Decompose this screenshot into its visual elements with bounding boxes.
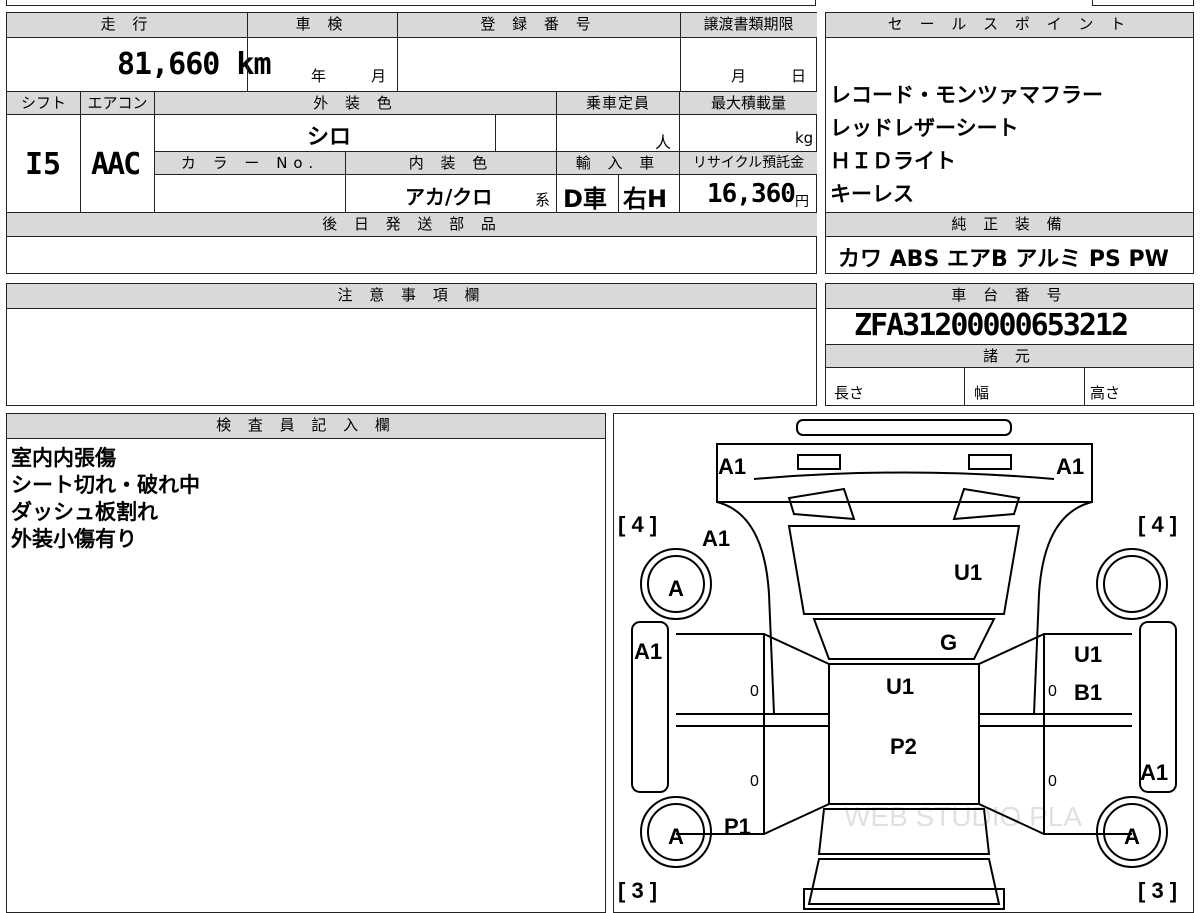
- interior-color-value: アカ/クロ: [405, 185, 493, 209]
- spec-length-label: 長さ: [834, 384, 865, 402]
- recycle-fee-value: 16,360: [707, 179, 796, 209]
- inspector-line: 外装小傷有り: [11, 527, 137, 551]
- top-strip: [6, 0, 816, 6]
- damage-mark: P2: [890, 734, 917, 759]
- car-diagram-panel: [ 4 ] [ 4 ] [ 3 ] [ 3 ] A1 A1 A1 U1 A A1…: [613, 413, 1194, 913]
- sales-point-item: キーレス: [830, 182, 914, 206]
- inspector-panel: 検 査 員 記 入 欄 室内内張傷 シート切れ・破れ中 ダッシュ板割れ 外装小傷…: [6, 413, 606, 913]
- exterior-color-header: 外 装 色: [155, 92, 556, 114]
- registration-header: 登 録 番 号: [397, 13, 680, 37]
- tire-rear-left-label: [ 3 ]: [618, 878, 657, 903]
- top-strip-right: [1092, 0, 1194, 6]
- capacity-header: 乗車定員: [557, 92, 679, 114]
- specs-header: 諸 元: [826, 345, 1193, 367]
- sales-point-item: レコード・モンツァマフラー: [830, 83, 1103, 107]
- damage-mark: U1: [1074, 642, 1102, 667]
- max-load-header: 最大積載量: [680, 92, 817, 114]
- spec-height-label: 高さ: [1090, 384, 1121, 402]
- inspector-line: シート切れ・破れ中: [11, 473, 200, 497]
- deadline-month-unit: 月: [731, 67, 747, 85]
- damage-mark: U1: [954, 560, 982, 585]
- inspection-year-unit: 年: [311, 67, 327, 85]
- sales-points-header: セ ー ル ス ポ イ ン ト: [826, 13, 1193, 37]
- inspector-line: 室内内張傷: [11, 446, 116, 470]
- notes-header: 注 意 事 項 欄: [7, 284, 816, 308]
- damage-mark: A1: [1056, 454, 1084, 479]
- max-load-unit: kg: [795, 129, 814, 147]
- inspector-line: ダッシュ板割れ: [11, 500, 158, 524]
- steering-value: 右H: [623, 185, 668, 213]
- mileage-header: 走 行: [7, 13, 247, 37]
- aircon-header: エアコン: [81, 92, 154, 114]
- chassis-panel: 車 台 番 号 ZFA31200000653212 諸 元 長さ 幅 高さ: [825, 283, 1194, 406]
- inspection-month-unit: 月: [371, 67, 387, 85]
- recycle-unit: 円: [795, 194, 809, 210]
- sales-points-panel: セ ー ル ス ポ イ ン ト レコード・モンツァマフラー レッドレザーシート …: [825, 12, 1194, 274]
- transfer-deadline-header: 譲渡書類期限: [680, 13, 817, 37]
- shift-value: I5: [25, 147, 62, 182]
- recycle-header: リサイクル預託金: [680, 152, 817, 174]
- damage-mark: A: [668, 824, 684, 849]
- damage-mark: A1: [718, 454, 746, 479]
- equipment-value: カワ ABS エアB アルミ PS PW: [838, 247, 1169, 272]
- damage-mark: A1: [634, 639, 662, 664]
- exterior-color-value: シロ: [307, 125, 352, 150]
- damage-mark: G: [940, 630, 957, 655]
- damage-mark: A1: [1140, 760, 1168, 785]
- chassis-number: ZFA31200000653212: [854, 308, 1129, 343]
- import-type-value: D車: [563, 185, 607, 213]
- damage-mark: U1: [886, 674, 914, 699]
- damage-mark: A1: [702, 526, 730, 551]
- deadline-day-unit: 日: [791, 67, 807, 85]
- tire-rear-right-label: [ 3 ]: [1138, 878, 1177, 903]
- vehicle-info-table: 走 行 車 検 登 録 番 号 譲渡書類期限 81,660 km 年 月 月 日…: [6, 12, 817, 274]
- door-zero-label: 0: [750, 683, 759, 700]
- interior-color-header: 内 装 色: [346, 152, 556, 174]
- later-parts-header: 後 日 発 送 部 品: [7, 213, 817, 236]
- sales-point-item: レッドレザーシート: [830, 116, 1019, 140]
- color-no-header: カ ラ ー No.: [155, 152, 345, 174]
- notes-panel: 注 意 事 項 欄: [6, 283, 817, 406]
- watermark: WEB STUDIO PLA: [844, 801, 1082, 832]
- door-zero-label: 0: [750, 773, 759, 790]
- damage-mark: B1: [1074, 680, 1102, 705]
- interior-suffix: 系: [535, 191, 551, 209]
- door-zero-label: 0: [1048, 773, 1057, 790]
- sales-point-item: ＨＩＤライト: [830, 149, 956, 173]
- car-diagram: [ 4 ] [ 4 ] [ 3 ] [ 3 ] A1 A1 A1 U1 A A1…: [618, 419, 1177, 910]
- inspector-header: 検 査 員 記 入 欄: [7, 414, 605, 438]
- tire-front-left-label: [ 4 ]: [618, 512, 657, 537]
- shift-header: シフト: [7, 92, 80, 114]
- damage-mark: A: [1124, 824, 1140, 849]
- door-zero-label: 0: [1048, 683, 1057, 700]
- aircon-value: AAC: [91, 147, 141, 182]
- spec-width-label: 幅: [974, 384, 990, 402]
- capacity-unit: 人: [655, 133, 672, 152]
- damage-mark: P1: [724, 814, 751, 839]
- equipment-header: 純 正 装 備: [826, 213, 1193, 236]
- chassis-header: 車 台 番 号: [826, 284, 1193, 308]
- inspection-header: 車 検: [247, 13, 397, 37]
- damage-mark: A: [668, 576, 684, 601]
- import-header: 輸 入 車: [557, 152, 679, 174]
- tire-front-right-label: [ 4 ]: [1138, 512, 1177, 537]
